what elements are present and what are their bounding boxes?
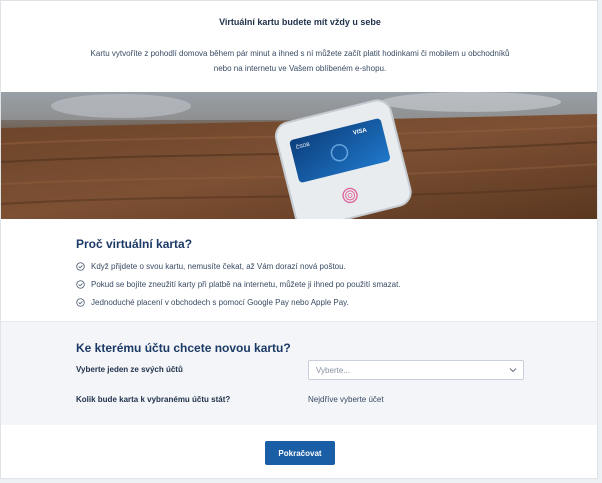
why-title: Proč virtuální karta?: [76, 237, 193, 251]
price-value: Nejdříve vyberte účet: [308, 395, 384, 404]
benefits-list: Když přijdete o svou kartu, nemusíte ček…: [76, 257, 401, 311]
benefit-item: Když přijdete o svou kartu, nemusíte ček…: [76, 257, 401, 275]
check-circle-icon: [76, 297, 85, 307]
intro-title: Virtuální kartu budete mít vždy u sebe: [219, 17, 381, 27]
price-label: Kolik bude karta k vybranému účtu stát?: [76, 395, 231, 404]
hero-image: VISA ČSOB: [1, 92, 597, 219]
footer-section: Pokračovat: [1, 425, 597, 478]
account-title: Ke kterému účtu chcete novou kartu?: [76, 341, 291, 355]
why-section: Proč virtuální karta? Když přijdete o sv…: [1, 219, 597, 321]
benefit-item: Pokud se bojíte zneužití karty při platb…: [76, 275, 401, 293]
intro-section: Virtuální kartu budete mít vždy u sebe K…: [1, 1, 597, 92]
intro-text: Kartu vytvoříte z pohodlí domova během p…: [90, 49, 510, 73]
continue-button[interactable]: Pokračovat: [265, 441, 335, 465]
account-select[interactable]: Vyberte...: [308, 360, 524, 380]
chevron-down-icon: [509, 368, 517, 373]
benefit-item: Jednoduché placení v obchodech s pomocí …: [76, 293, 401, 311]
benefit-text: Jednoduché placení v obchodech s pomocí …: [91, 297, 349, 307]
check-circle-icon: [76, 279, 85, 289]
account-section: Ke kterému účtu chcete novou kartu? Vybe…: [1, 321, 597, 426]
account-select-value: Vyberte...: [316, 366, 350, 375]
account-select-label: Vyberte jeden ze svých účtů: [76, 365, 183, 374]
check-circle-icon: [76, 261, 85, 271]
virtual-card-page: Virtuální kartu budete mít vždy u sebe K…: [0, 0, 598, 479]
benefit-text: Když přijdete o svou kartu, nemusíte ček…: [91, 261, 346, 271]
benefit-text: Pokud se bojíte zneužití karty při platb…: [91, 279, 401, 289]
